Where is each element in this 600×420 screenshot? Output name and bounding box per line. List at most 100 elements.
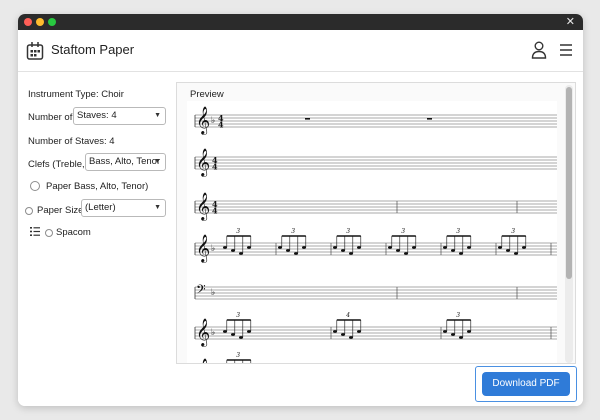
treble-clef: 𝄞: [196, 234, 210, 263]
note-head: [341, 249, 345, 252]
radio-button[interactable]: [30, 181, 40, 191]
note-head: [247, 246, 251, 249]
tuplet-label: 3: [236, 228, 240, 235]
instrument-type-label: Instrument Type: Choir: [28, 89, 124, 100]
whole-rest: [427, 118, 432, 120]
paper-clef-radio[interactable]: Paper Bass, Alto, Tenor): [30, 181, 148, 192]
chevron-down-icon: ▼: [154, 112, 161, 119]
paper-size-label: Paper Size: [37, 205, 84, 216]
clefs-label: Clefs (Treble,: [28, 159, 85, 170]
app-window: ✕ Staftom Paper Instrument Type: Choir N…: [18, 14, 583, 406]
note-head: [404, 252, 408, 255]
note-head: [443, 246, 447, 249]
note-head: [443, 330, 447, 333]
download-button-frame: Download PDF: [475, 366, 577, 402]
note-head: [231, 249, 235, 252]
settings-sidebar: Instrument Type: Choir Number of Staves:…: [25, 72, 178, 372]
app-header: Staftom Paper: [18, 30, 583, 72]
treble-clef: 𝄞: [196, 318, 210, 347]
download-pdf-button[interactable]: Download PDF: [482, 372, 570, 396]
key-flat: ♭: [211, 328, 215, 338]
note-head: [333, 330, 337, 333]
note-head: [498, 246, 502, 249]
clefs-select[interactable]: Bass, Alto, Tenor ▼: [85, 153, 166, 171]
key-flat: ♭: [211, 244, 215, 254]
spacom-label: Spacom: [56, 227, 91, 238]
list-icon: [30, 227, 40, 236]
note-head: [302, 246, 306, 249]
note-head: [294, 252, 298, 255]
score-notation: 𝄞♭44𝄞44𝄞44𝄞♭333333𝄢♭𝄞♭343𝄞♭3: [194, 106, 557, 363]
tuplet-label: 3: [236, 352, 240, 359]
treble-clef: 𝄞: [196, 106, 210, 135]
score-sheet: 𝄞♭44𝄞44𝄞44𝄞♭333333𝄢♭𝄞♭343𝄞♭3: [187, 101, 557, 363]
time-signature-bottom: 4: [218, 120, 224, 130]
window-zoom-dot[interactable]: [48, 18, 56, 26]
clefs-select-value: Bass, Alto, Tenor: [89, 156, 161, 167]
tuplet-label: 4: [345, 312, 350, 319]
note-head: [506, 249, 510, 252]
note-head: [412, 246, 416, 249]
key-flat: ♭: [211, 116, 215, 126]
note-head: [357, 330, 361, 333]
close-icon[interactable]: ✕: [566, 15, 575, 29]
hamburger-menu-icon[interactable]: [559, 43, 573, 57]
note-head: [239, 336, 243, 339]
note-head: [514, 252, 518, 255]
paper-size-select[interactable]: (Letter) ▼: [81, 199, 166, 217]
user-icon[interactable]: [531, 41, 547, 59]
bass-clef: 𝄢: [196, 282, 206, 300]
paper-size-select-value: (Letter): [85, 202, 116, 213]
tuplet-label: 3: [346, 228, 350, 235]
radio-button[interactable]: [25, 207, 33, 215]
window-minimize-dot[interactable]: [36, 18, 44, 26]
note-head: [396, 249, 400, 252]
footer-bar: Download PDF: [18, 364, 583, 406]
note-head: [467, 246, 471, 249]
preview-label: Preview: [190, 89, 224, 100]
note-head: [278, 246, 282, 249]
window-close-dot[interactable]: [24, 18, 32, 26]
time-signature-bottom: 4: [212, 206, 218, 216]
note-head: [286, 249, 290, 252]
key-flat: ♭: [211, 288, 215, 298]
spacom-option[interactable]: Spacom: [30, 227, 91, 238]
window-titlebar: ✕: [18, 14, 583, 30]
note-head: [459, 336, 463, 339]
tuplet-label: 3: [401, 228, 405, 235]
treble-clef: 𝄞: [196, 358, 210, 363]
app-logo-icon: [26, 42, 44, 60]
treble-clef: 𝄞: [196, 148, 210, 177]
staves-count-text: Number of Staves: 4: [28, 136, 115, 147]
note-head: [223, 330, 227, 333]
note-head: [223, 246, 227, 249]
note-head: [333, 246, 337, 249]
note-head: [231, 333, 235, 336]
chevron-down-icon: ▼: [154, 204, 161, 211]
paper-size-label-row[interactable]: Paper Size: [25, 205, 83, 216]
chevron-down-icon: ▼: [154, 158, 161, 165]
staves-select[interactable]: Staves: 4 ▼: [73, 107, 166, 125]
note-head: [247, 330, 251, 333]
preview-panel: Preview 𝄞♭44𝄞44𝄞44𝄞♭333333𝄢♭𝄞♭343𝄞♭3: [176, 82, 576, 364]
preview-scrollbar[interactable]: [565, 85, 573, 363]
note-head: [467, 330, 471, 333]
time-signature-bottom: 4: [212, 162, 218, 172]
note-head: [239, 252, 243, 255]
treble-clef: 𝄞: [196, 192, 210, 221]
tuplet-label: 3: [456, 312, 460, 319]
tuplet-label: 3: [511, 228, 515, 235]
staves-select-value: Staves: 4: [77, 110, 117, 121]
app-title: Staftom Paper: [51, 42, 135, 57]
paper-clef-radio-label: Paper Bass, Alto, Tenor): [46, 181, 149, 192]
radio-button[interactable]: [45, 229, 53, 237]
tuplet-label: 3: [236, 312, 240, 319]
note-head: [388, 246, 392, 249]
scrollbar-thumb[interactable]: [566, 87, 572, 279]
note-head: [357, 246, 361, 249]
whole-rest: [305, 118, 310, 120]
note-head: [341, 333, 345, 336]
note-head: [451, 249, 455, 252]
tuplet-label: 3: [456, 228, 460, 235]
note-head: [349, 252, 353, 255]
